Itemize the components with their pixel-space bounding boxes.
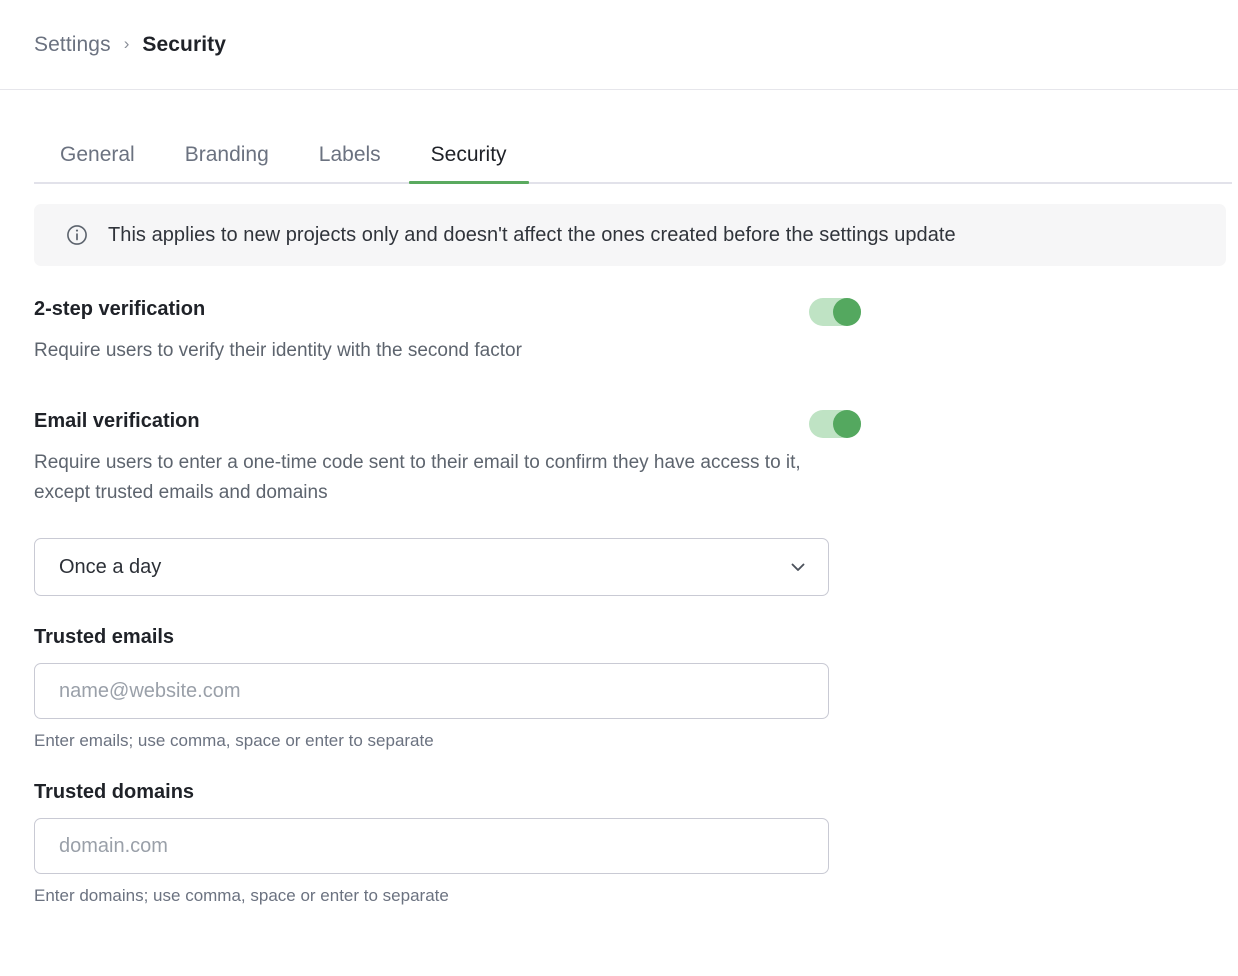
field-trusted-domains: Trusted domains Enter domains; use comma… [34,781,1238,906]
chevron-down-icon [788,557,808,577]
setting-two-step-verification: 2-step verification Require users to ver… [34,296,829,366]
trusted-domains-input[interactable] [34,818,829,874]
breadcrumb-parent-settings[interactable]: Settings [34,33,111,57]
tab-bar: General Branding Labels Security [34,128,1232,184]
two-step-title: 2-step verification [34,296,829,322]
tab-labels[interactable]: Labels [294,143,406,182]
toggle-knob [833,410,861,438]
trusted-emails-input[interactable] [34,663,829,719]
security-settings-form: 2-step verification Require users to ver… [0,266,1238,906]
tab-branding[interactable]: Branding [160,143,294,182]
email-verification-description: Require users to enter a one-time code s… [34,448,829,508]
info-banner: This applies to new projects only and do… [34,204,1226,266]
breadcrumb-current-security: Security [142,33,226,57]
info-banner-text: This applies to new projects only and do… [108,224,956,247]
tab-security[interactable]: Security [406,143,532,182]
email-verification-title: Email verification [34,408,829,434]
trusted-domains-hint: Enter domains; use comma, space or enter… [34,886,1238,906]
verification-frequency-select[interactable]: Once a day [34,538,829,596]
toggle-knob [833,298,861,326]
trusted-emails-hint: Enter emails; use comma, space or enter … [34,731,1238,751]
tab-general[interactable]: General [34,143,160,182]
spacer [34,508,1238,538]
breadcrumb-separator-icon: › [124,34,130,54]
trusted-emails-label: Trusted emails [34,626,1238,649]
breadcrumb-header: Settings › Security [0,0,1238,90]
info-circle-icon [66,224,88,246]
verification-frequency-value: Once a day [59,556,788,579]
setting-email-verification: Email verification Require users to ente… [34,408,829,508]
two-step-description: Require users to verify their identity w… [34,336,829,366]
two-step-toggle[interactable] [809,298,861,326]
spacer [34,366,1238,408]
email-verification-toggle[interactable] [809,410,861,438]
trusted-domains-label: Trusted domains [34,781,1238,804]
field-trusted-emails: Trusted emails Enter emails; use comma, … [34,626,1238,751]
tabs-container: General Branding Labels Security [0,128,1238,184]
